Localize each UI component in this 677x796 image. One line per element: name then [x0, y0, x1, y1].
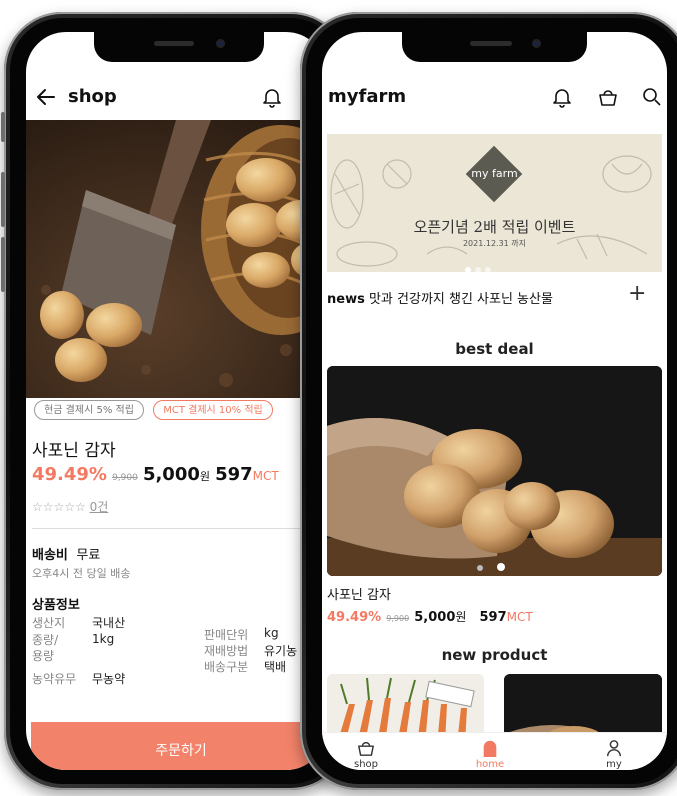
mct-price: 597: [215, 464, 253, 485]
info-value: 유기농: [264, 644, 298, 658]
basket-icon: [358, 741, 374, 756]
carousel-pagination[interactable]: [477, 556, 505, 575]
product-name: 사포닌 감자: [32, 441, 116, 461]
mct-price: 597: [479, 610, 507, 625]
original-price: 9,900: [112, 473, 138, 483]
info-value: 1kg: [92, 632, 115, 646]
banner-date: 2021.12.31 까지: [462, 239, 527, 248]
right-phone: myfarm my farm 오픈기념 2배 적립 이벤트 2021.12.31…: [300, 12, 677, 790]
info-value: 택배: [264, 660, 287, 674]
news-tag: news: [327, 292, 365, 307]
banner-pagination[interactable]: [465, 258, 491, 272]
page-title: shop: [68, 86, 117, 107]
notch: [402, 32, 587, 62]
rating: ☆☆☆☆☆ 0건: [32, 498, 108, 515]
discount-rate: 49.49%: [327, 610, 382, 625]
home-icon: [483, 740, 497, 757]
shipping-row: 배송비 무료: [32, 544, 100, 563]
mute-switch: [1, 112, 5, 142]
best-deal-price-row: 49.49% 9,900 5,000원 597MCT: [327, 606, 533, 625]
chip-label: 현금 결제시 5% 적립: [44, 405, 134, 416]
banner-logo: my farm: [471, 167, 518, 180]
chip-label: MCT 결제시 10% 적립: [163, 405, 263, 416]
shop-header: shop: [26, 82, 326, 112]
info-label: 종량/ 용량: [32, 633, 59, 663]
left-phone: shop 현금 결제시 5% 적립 MCT 결제시 10% 적립 사포닌 감자 …: [1, 12, 349, 790]
star-icon: ☆☆☆☆☆: [32, 500, 86, 514]
tab-home[interactable]: home: [460, 739, 520, 770]
best-deal-image[interactable]: [327, 366, 662, 576]
basket-icon[interactable]: [598, 87, 618, 107]
volume-up-button: [1, 172, 5, 227]
info-label: 판매단위: [204, 628, 249, 642]
info-value: 무농약: [92, 672, 126, 686]
info-label: 농약유무: [32, 672, 77, 686]
shop-screen: shop 현금 결제시 5% 적립 MCT 결제시 10% 적립 사포닌 감자 …: [26, 32, 326, 770]
sale-price: 5,000: [414, 610, 456, 625]
volume-down-button: [1, 237, 5, 292]
sale-price: 5,000: [142, 464, 200, 485]
tab-label: shop: [353, 759, 378, 770]
news-bar[interactable]: news 맛과 건강까지 챙긴 사포닌 농산물: [327, 288, 553, 307]
bell-icon[interactable]: [262, 86, 282, 108]
mct-unit: MCT: [252, 469, 279, 483]
shipping-note: 오후4시 전 당일 배송: [32, 567, 131, 580]
cash-reward-chip: 현금 결제시 5% 적립: [34, 400, 144, 420]
product-image: [26, 120, 326, 398]
news-text: 맛과 건강까지 챙긴 사포닌 농산물: [368, 292, 553, 307]
info-title: 상품정보: [32, 598, 80, 613]
original-price: 9,900: [386, 614, 410, 623]
tab-shop[interactable]: shop: [336, 739, 396, 770]
shipping-value: 무료: [76, 548, 101, 563]
divider: [32, 528, 326, 529]
tab-label: home: [475, 759, 505, 770]
best-deal-title: best deal: [455, 340, 534, 358]
price-row: 49.49% 9,900 5,000원 597MCT: [32, 464, 279, 485]
event-banner[interactable]: my farm 오픈기념 2배 적립 이벤트 2021.12.31 까지: [327, 134, 662, 272]
search-icon[interactable]: [642, 87, 662, 107]
review-count-link[interactable]: 0건: [90, 500, 109, 514]
arrow-left-icon[interactable]: [36, 88, 56, 106]
bottom-tab-bar: shop home my: [322, 732, 667, 770]
price-unit: 원: [199, 470, 210, 483]
user-icon: [606, 740, 622, 757]
banner-headline: 오픈기념 2배 적립 이벤트: [413, 218, 576, 236]
home-header: myfarm: [322, 82, 667, 112]
mct-reward-chip: MCT 결제시 10% 적립: [153, 400, 273, 420]
shipping-label: 배송비: [32, 548, 68, 563]
info-value: 국내산: [92, 616, 126, 630]
tab-my[interactable]: my: [584, 739, 644, 770]
best-deal-name: 사포닌 감자: [327, 588, 391, 603]
discount-rate: 49.49%: [32, 464, 107, 485]
info-label: 재배방법: [204, 644, 249, 658]
home-screen: myfarm my farm 오픈기념 2배 적립 이벤트 2021.12.31…: [322, 32, 667, 770]
mct-unit: MCT: [506, 610, 533, 624]
plus-icon[interactable]: +: [628, 281, 646, 306]
tab-label: my: [606, 759, 622, 770]
new-product-title: new product: [441, 646, 548, 664]
info-label: 생산지: [32, 616, 66, 630]
app-title: myfarm: [328, 86, 407, 107]
info-value: kg: [264, 626, 279, 640]
notch: [94, 32, 264, 62]
price-unit: 원: [455, 610, 467, 624]
order-button[interactable]: 주문하기: [31, 722, 326, 770]
bell-icon[interactable]: [552, 86, 572, 108]
info-label: 배송구분: [204, 660, 249, 674]
